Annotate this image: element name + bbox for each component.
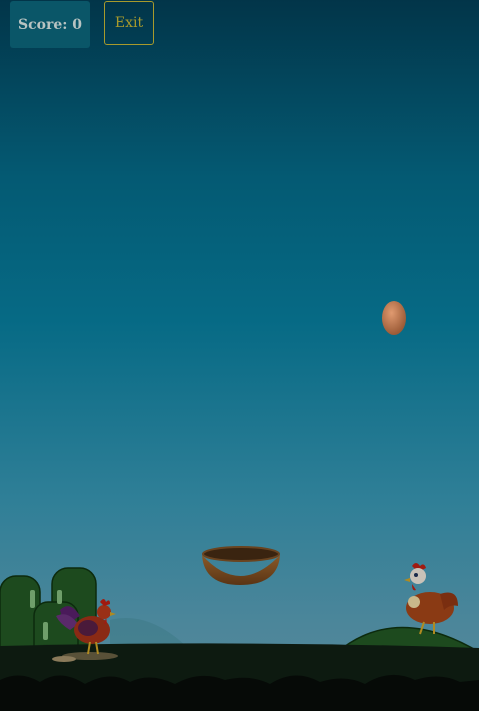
exit-button[interactable]: Exit [104, 1, 154, 45]
game-scene: Score: 0 Exit [0, 0, 479, 711]
catcher-basket[interactable] [200, 545, 282, 589]
score-display: Score: 0 [10, 1, 90, 48]
exit-label: Exit [114, 15, 144, 31]
score-label: Score: 0 [17, 16, 83, 33]
rooster-character [56, 599, 118, 660]
falling-egg [382, 301, 406, 335]
hen-character [404, 563, 458, 635]
cracked-egg [52, 656, 76, 662]
